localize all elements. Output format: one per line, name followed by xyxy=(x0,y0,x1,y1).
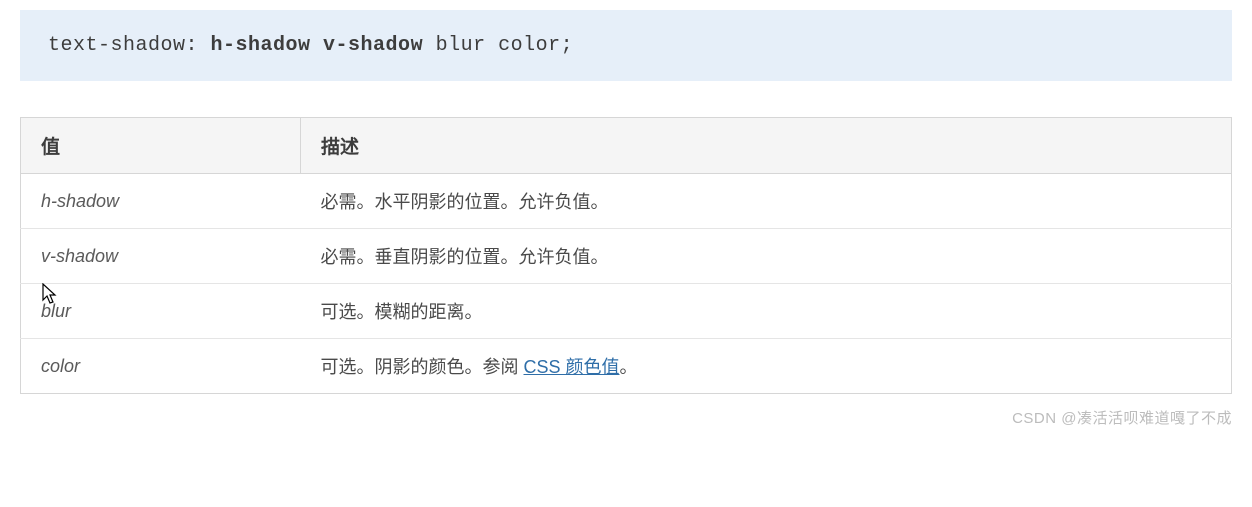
row-desc: 可选。模糊的距离。 xyxy=(301,284,1232,339)
code-suffix: blur color; xyxy=(423,34,573,57)
values-table: 值 描述 h-shadow 必需。水平阴影的位置。允许负值。 v-shadow … xyxy=(20,117,1232,394)
code-prefix: text-shadow: xyxy=(48,34,211,57)
header-description: 描述 xyxy=(301,118,1232,174)
row-value: color xyxy=(21,339,301,394)
row-desc-prefix: 可选。阴影的颜色。参阅 xyxy=(321,357,524,377)
row-desc: 必需。垂直阴影的位置。允许负值。 xyxy=(301,229,1232,284)
table-row: blur 可选。模糊的距离。 xyxy=(21,284,1232,339)
row-desc: 可选。阴影的颜色。参阅 CSS 颜色值。 xyxy=(301,339,1232,394)
row-value: h-shadow xyxy=(21,174,301,229)
table-row: color 可选。阴影的颜色。参阅 CSS 颜色值。 xyxy=(21,339,1232,394)
header-value: 值 xyxy=(21,118,301,174)
code-bold: h-shadow v-shadow xyxy=(211,34,424,57)
code-block: text-shadow: h-shadow v-shadow blur colo… xyxy=(20,10,1232,81)
watermark: CSDN @凑活活呗难道嘎了不成 xyxy=(1012,407,1232,428)
row-desc: 必需。水平阴影的位置。允许负值。 xyxy=(301,174,1232,229)
row-value: blur xyxy=(21,284,301,339)
css-color-link[interactable]: CSS 颜色值 xyxy=(524,357,620,377)
row-value: v-shadow xyxy=(21,229,301,284)
table-row: v-shadow 必需。垂直阴影的位置。允许负值。 xyxy=(21,229,1232,284)
table-row: h-shadow 必需。水平阴影的位置。允许负值。 xyxy=(21,174,1232,229)
table-header-row: 值 描述 xyxy=(21,118,1232,174)
row-desc-suffix: 。 xyxy=(620,357,638,377)
